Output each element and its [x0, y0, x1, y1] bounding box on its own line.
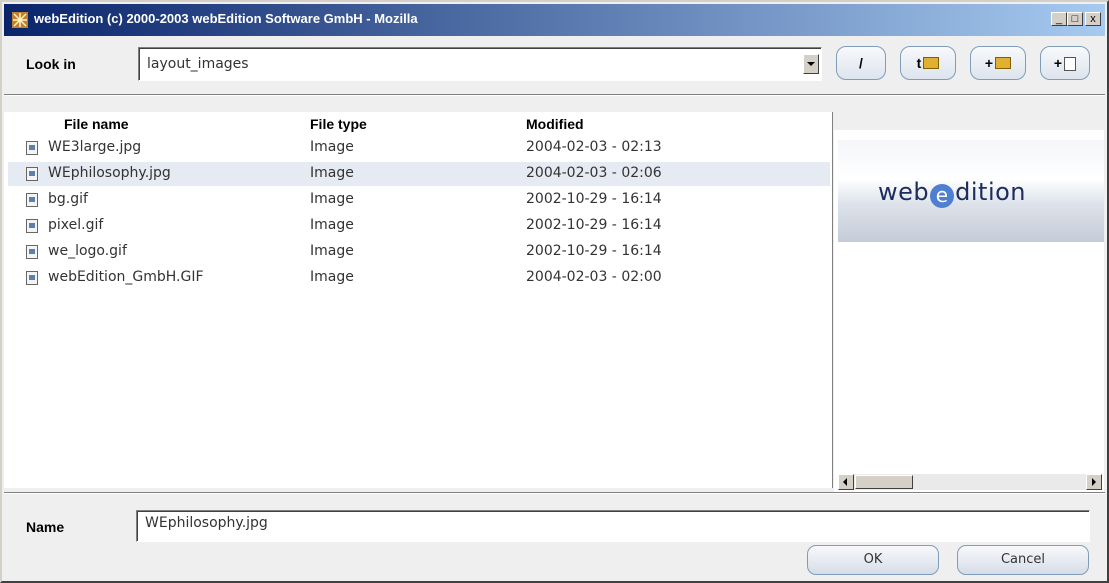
- file-modified: 2004-02-03 - 02:06: [526, 165, 662, 181]
- parent-directory-button[interactable]: t: [900, 46, 956, 80]
- file-type: Image: [310, 165, 354, 181]
- preview-horizontal-scrollbar[interactable]: [838, 474, 1102, 490]
- scroll-right-arrow-icon[interactable]: [1086, 474, 1102, 490]
- image-file-icon: [26, 141, 38, 155]
- cancel-button[interactable]: Cancel: [957, 545, 1089, 575]
- divider: [4, 94, 1105, 96]
- preview-image: web e dition: [838, 140, 1104, 242]
- file-modified: 2004-02-03 - 02:13: [526, 139, 662, 155]
- look-in-label: Look in: [26, 56, 76, 72]
- file-name: WEphilosophy.jpg: [48, 165, 171, 181]
- look-in-dropdown[interactable]: layout_images: [138, 47, 822, 81]
- folder-icon: [923, 57, 940, 70]
- minimize-button[interactable]: _: [1051, 12, 1067, 26]
- new-folder-button-label: +: [984, 55, 994, 71]
- file-type: Image: [310, 139, 354, 155]
- divider: [4, 492, 1105, 494]
- close-button[interactable]: x: [1085, 12, 1101, 26]
- column-header-file-name[interactable]: File name: [64, 116, 129, 132]
- window-title: webEdition (c) 2000-2003 webEdition Soft…: [34, 11, 418, 26]
- new-folder-button[interactable]: +: [970, 46, 1026, 80]
- logo-e-icon: e: [930, 184, 955, 208]
- logo-text-web: web: [878, 178, 930, 206]
- ok-button[interactable]: OK: [807, 545, 939, 575]
- scroll-thumb[interactable]: [855, 475, 913, 489]
- scroll-left-arrow-icon[interactable]: [838, 474, 854, 490]
- table-row[interactable]: bg.gif Image 2002-10-29 - 16:14: [8, 188, 830, 212]
- root-directory-button[interactable]: /: [836, 46, 886, 80]
- dialog-window: webEdition (c) 2000-2003 webEdition Soft…: [0, 0, 1109, 583]
- file-modified: 2002-10-29 - 16:14: [526, 243, 662, 259]
- up-button-label: t: [916, 55, 922, 71]
- image-file-icon: [26, 193, 38, 207]
- file-name-input[interactable]: WEphilosophy.jpg: [136, 510, 1090, 542]
- image-file-icon: [26, 219, 38, 233]
- look-in-value: layout_images: [147, 56, 249, 72]
- file-type: Image: [310, 191, 354, 207]
- name-label: Name: [26, 519, 65, 535]
- new-file-button-label: +: [1053, 55, 1063, 71]
- folder-icon: [995, 57, 1012, 70]
- webedition-logo: web e dition: [878, 178, 1027, 208]
- file-name: bg.gif: [48, 191, 88, 207]
- file-list[interactable]: File name File type Modified WE3large.jp…: [4, 112, 833, 488]
- table-row[interactable]: pixel.gif Image 2002-10-29 - 16:14: [8, 214, 830, 238]
- maximize-button[interactable]: □: [1067, 12, 1083, 26]
- file-name: pixel.gif: [48, 217, 104, 233]
- image-file-icon: [26, 271, 38, 285]
- mozilla-app-icon: [12, 12, 28, 28]
- root-button-label: /: [859, 55, 863, 71]
- file-modified: 2002-10-29 - 16:14: [526, 217, 662, 233]
- dropdown-arrow-icon[interactable]: [803, 54, 819, 74]
- file-name: WE3large.jpg: [48, 139, 142, 155]
- file-modified: 2004-02-03 - 02:00: [526, 269, 662, 285]
- image-file-icon: [26, 245, 38, 259]
- file-name: webEdition_GmbH.GIF: [48, 269, 204, 285]
- image-file-icon: [26, 167, 38, 181]
- new-file-button[interactable]: +: [1040, 46, 1090, 80]
- table-row[interactable]: WE3large.jpg Image 2004-02-03 - 02:13: [8, 136, 830, 160]
- column-header-file-type[interactable]: File type: [310, 116, 367, 132]
- table-row-selected[interactable]: WEphilosophy.jpg Image 2004-02-03 - 02:0…: [8, 162, 830, 186]
- column-header-modified[interactable]: Modified: [526, 116, 584, 132]
- document-icon: [1064, 57, 1077, 72]
- logo-text-dition: dition: [955, 178, 1027, 206]
- table-row[interactable]: webEdition_GmbH.GIF Image 2004-02-03 - 0…: [8, 266, 830, 290]
- title-bar[interactable]: webEdition (c) 2000-2003 webEdition Soft…: [4, 4, 1105, 36]
- file-type: Image: [310, 217, 354, 233]
- image-preview-panel: web e dition: [834, 130, 1104, 492]
- file-type: Image: [310, 269, 354, 285]
- table-row[interactable]: we_logo.gif Image 2002-10-29 - 16:14: [8, 240, 830, 264]
- file-name: we_logo.gif: [48, 243, 127, 259]
- file-modified: 2002-10-29 - 16:14: [526, 191, 662, 207]
- file-type: Image: [310, 243, 354, 259]
